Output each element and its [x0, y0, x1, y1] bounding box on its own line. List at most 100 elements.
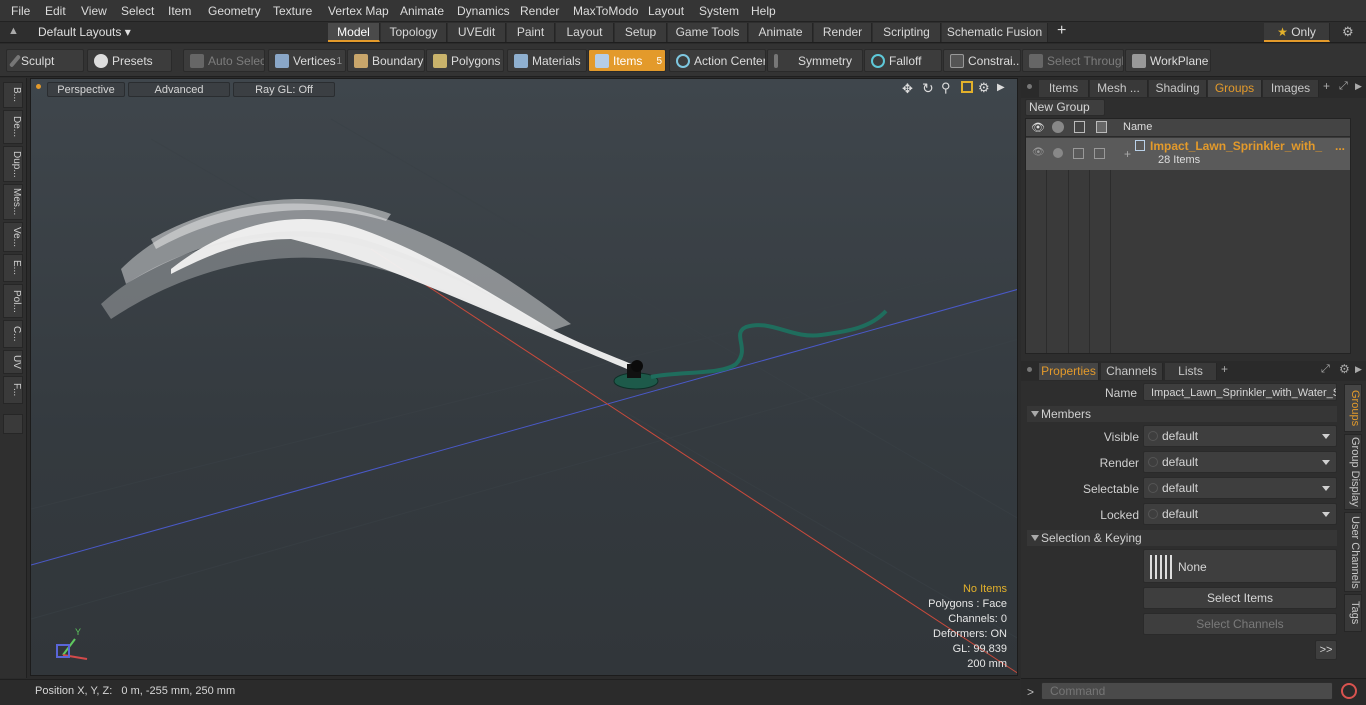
tab-model[interactable]: Model — [328, 23, 380, 42]
menu-texture[interactable]: Texture — [273, 4, 312, 18]
workplane-button[interactable]: WorkPlane — [1125, 49, 1211, 72]
group-row[interactable]: 👁 + Impact_Lawn_Sprinkler_with_ ... 28 I… — [1026, 138, 1350, 170]
rotate-view-icon[interactable]: ↻ — [922, 80, 934, 97]
falloff-button[interactable]: Falloff — [864, 49, 942, 72]
left-tab-vertex[interactable]: Ve... — [3, 222, 23, 252]
locked-dropdown[interactable]: default — [1143, 503, 1337, 525]
shading-dropdown[interactable]: Advanced — [128, 82, 230, 97]
visibility-eye-icon[interactable]: 👁 — [1031, 121, 1045, 134]
select-column-icon[interactable] — [1096, 121, 1107, 133]
expand-plus-icon[interactable]: + — [1124, 147, 1131, 161]
raygl-dropdown[interactable]: Ray GL: Off — [233, 82, 335, 97]
tab-channels[interactable]: Channels — [1101, 363, 1163, 380]
new-group-button[interactable]: New Group — [1025, 99, 1105, 116]
viewport-menu-arrow-icon[interactable]: ▶ — [997, 82, 1005, 93]
tab-mesh[interactable]: Mesh ... — [1090, 80, 1148, 97]
side-tab-tags[interactable]: Tags — [1344, 594, 1362, 632]
panel-settings-icon[interactable]: ⚙ — [1339, 362, 1350, 376]
tab-properties[interactable]: Properties — [1039, 363, 1099, 380]
tab-game-tools[interactable]: Game Tools — [668, 23, 748, 42]
left-tab-deform[interactable]: De... — [3, 110, 23, 144]
menu-select[interactable]: Select — [121, 4, 154, 18]
menu-item[interactable]: Item — [168, 4, 191, 18]
command-input[interactable] — [1041, 682, 1333, 700]
menu-layout[interactable]: Layout — [648, 4, 684, 18]
left-tab-uv[interactable]: UV — [3, 350, 23, 374]
tab-layout[interactable]: Layout — [556, 23, 614, 42]
record-macro-icon[interactable] — [1341, 683, 1357, 699]
left-tab-mesh[interactable]: Mes... — [3, 184, 23, 220]
tab-uvedit[interactable]: UVEdit — [448, 23, 506, 42]
row-visibility-icon[interactable]: 👁 — [1032, 147, 1045, 158]
left-tab-duplicate[interactable]: Dup... — [3, 146, 23, 182]
select-through-button[interactable]: Select Through — [1022, 49, 1124, 72]
tab-items[interactable]: Items — [1039, 80, 1089, 97]
more-button[interactable]: >> — [1315, 640, 1337, 660]
selection-keying-section[interactable]: Selection & Keying — [1027, 530, 1337, 546]
menu-dynamics[interactable]: Dynamics — [457, 4, 510, 18]
render-column-icon[interactable] — [1052, 121, 1064, 133]
materials-button[interactable]: Materials — [507, 49, 587, 72]
select-items-button[interactable]: Select Items — [1143, 587, 1337, 609]
items-button[interactable]: Items 5 — [588, 49, 666, 72]
tab-lists[interactable]: Lists — [1165, 363, 1217, 380]
tab-render[interactable]: Render — [814, 23, 872, 42]
side-tab-groups[interactable]: Groups — [1344, 384, 1362, 432]
view-type-dropdown[interactable]: Perspective — [47, 82, 125, 97]
expand-panel-icon[interactable]: ⤢ — [1321, 363, 1330, 376]
action-center-button[interactable]: Action Center — [669, 49, 766, 72]
panel-menu-icon[interactable]: ▶ — [1355, 81, 1362, 92]
tab-groups[interactable]: Groups — [1208, 80, 1262, 97]
symmetry-button[interactable]: Symmetry — [767, 49, 863, 72]
expand-panel-icon[interactable]: ⤢ — [1339, 80, 1348, 93]
menu-system[interactable]: System — [699, 4, 739, 18]
tab-schematic-fusion[interactable]: Schematic Fusion — [942, 23, 1048, 42]
constraints-button[interactable]: Constrai... — [943, 49, 1021, 72]
row-lock-checkbox[interactable] — [1073, 148, 1084, 159]
sculpt-button[interactable]: Sculpt — [6, 49, 84, 72]
layout-selector[interactable]: Default Layouts ▾ — [38, 25, 131, 39]
name-column-header[interactable]: Name — [1123, 121, 1152, 133]
left-tab-fusion[interactable]: F... — [3, 376, 23, 404]
add-tab-icon[interactable]: + — [1057, 22, 1066, 40]
tab-shading[interactable]: Shading — [1149, 80, 1207, 97]
add-tab-icon[interactable]: + — [1221, 362, 1228, 376]
select-channels-button[interactable]: Select Channels — [1143, 613, 1337, 635]
row-render-icon[interactable] — [1053, 148, 1063, 158]
menu-edit[interactable]: Edit — [45, 4, 66, 18]
boundary-button[interactable]: Boundary — [347, 49, 425, 72]
panel-menu-icon[interactable]: ▶ — [1355, 364, 1362, 375]
auto-select-button[interactable]: Auto Select — [183, 49, 265, 72]
maximize-view-icon[interactable] — [961, 81, 973, 93]
tab-images[interactable]: Images — [1263, 80, 1319, 97]
menu-help[interactable]: Help — [751, 4, 776, 18]
collapse-icon[interactable]: ▲ — [8, 25, 19, 37]
menu-view[interactable]: View — [81, 4, 107, 18]
tab-paint[interactable]: Paint — [507, 23, 555, 42]
left-tab-basic[interactable]: B... — [3, 82, 23, 108]
tab-topology[interactable]: Topology — [381, 23, 447, 42]
row-select-checkbox[interactable] — [1094, 148, 1105, 159]
menu-vertex-map[interactable]: Vertex Map — [328, 4, 389, 18]
only-toggle[interactable]: ★ Only — [1264, 23, 1330, 42]
left-tab-curve[interactable]: C... — [3, 320, 23, 348]
menu-geometry[interactable]: Geometry — [208, 4, 261, 18]
tab-animate[interactable]: Animate — [749, 23, 813, 42]
selectable-dropdown[interactable]: default — [1143, 477, 1337, 499]
render-dropdown[interactable]: default — [1143, 451, 1337, 473]
viewport-settings-icon[interactable]: ⚙ — [978, 80, 990, 96]
tab-scripting[interactable]: Scripting — [873, 23, 941, 42]
move-view-icon[interactable]: ✥ — [902, 81, 913, 97]
presets-button[interactable]: Presets — [87, 49, 172, 72]
left-tab-edge[interactable]: E... — [3, 254, 23, 282]
polygons-button[interactable]: Polygons — [426, 49, 504, 72]
tab-setup[interactable]: Setup — [615, 23, 667, 42]
zoom-view-icon[interactable]: ⚲ — [941, 80, 951, 96]
left-tab-extra[interactable] — [3, 414, 23, 434]
side-tab-group-display[interactable]: Group Display — [1344, 434, 1362, 510]
side-tab-user-channels[interactable]: User Channels — [1344, 512, 1362, 592]
menu-render[interactable]: Render — [520, 4, 559, 18]
members-section[interactable]: Members — [1027, 406, 1337, 422]
add-tab-icon[interactable]: + — [1323, 79, 1330, 93]
3d-viewport[interactable]: Y Perspective Advanced Ray GL: Off ✥ ↻ ⚲… — [30, 78, 1018, 676]
